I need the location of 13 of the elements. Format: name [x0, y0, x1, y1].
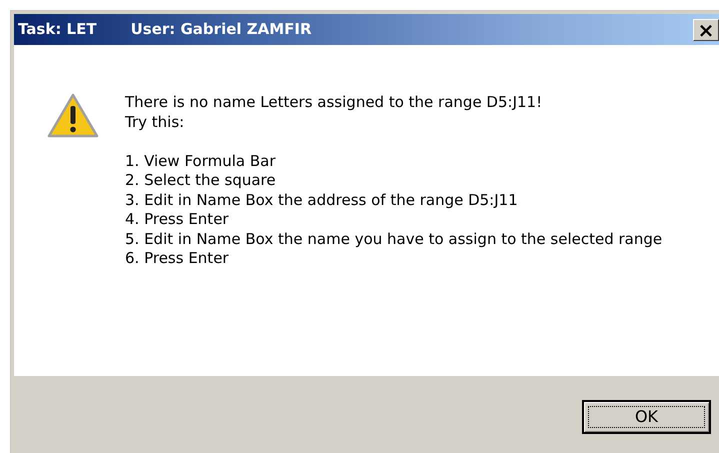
step-text: 2. Select the square	[125, 171, 277, 190]
window-title: User: Gabriel ZAMFIR	[130, 19, 312, 40]
window-title: Task: LET	[18, 19, 97, 40]
ok-button[interactable]: OK	[582, 400, 711, 434]
warning-icon	[47, 93, 99, 139]
step-text: 4. Press Enter	[125, 210, 230, 230]
message-text: Try this:	[125, 112, 186, 132]
step-text: 1. View Formula Bar	[125, 152, 277, 171]
message-text: There is no name Letters assigned to the range D5:J11!	[125, 93, 544, 112]
close-button[interactable]: ×	[693, 18, 719, 40]
step-text: 3. Edit in Name Box the address of the range D5:J11	[125, 190, 519, 210]
step-text: 5. Edit in Name Box the name you have to assign to the selected range	[125, 230, 664, 249]
step-text: 6. Press Enter	[125, 249, 230, 268]
